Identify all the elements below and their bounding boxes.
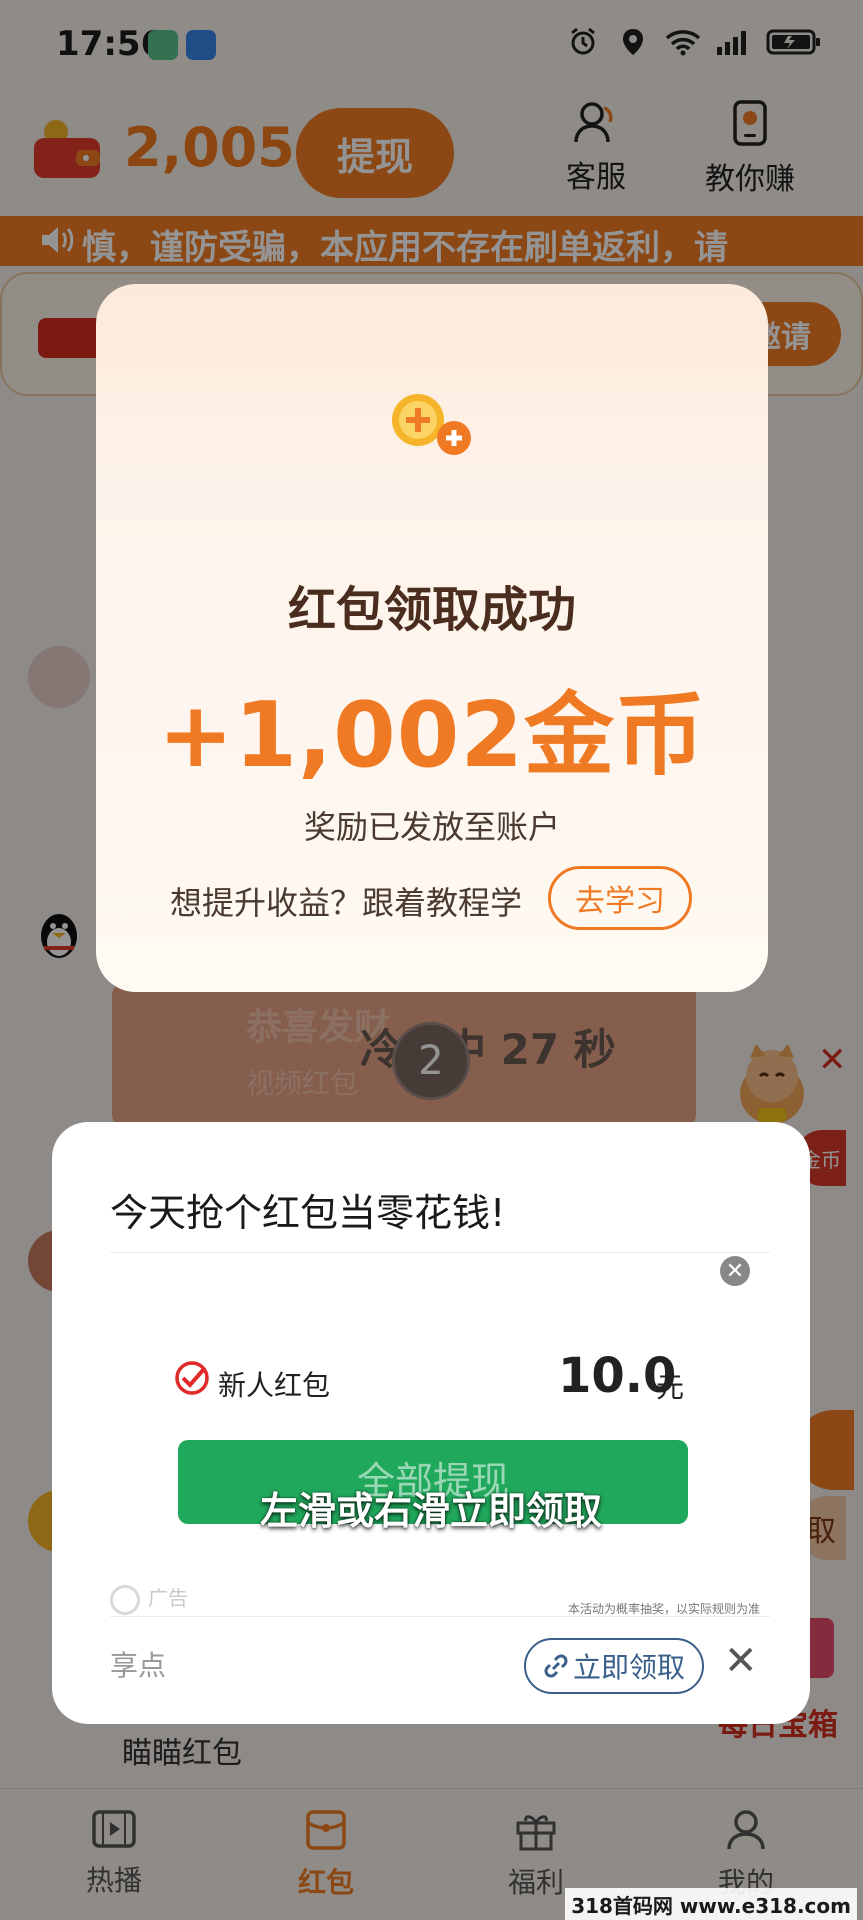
- success-title: 红包领取成功: [287, 582, 576, 638]
- reward-subtitle: 奖励已发放至账户: [303, 808, 560, 846]
- close-icon[interactable]: ✕: [724, 1638, 758, 1684]
- close-icon[interactable]: ✕: [720, 1256, 750, 1286]
- ad-logo-icon: [110, 1584, 140, 1615]
- claim-now-label: 立即领取: [572, 1651, 685, 1684]
- go-learn-button[interactable]: 去学习: [548, 866, 692, 930]
- ad-label: 广告: [148, 1586, 188, 1610]
- coins-icon: [392, 394, 471, 455]
- watermark: 318首码网 www.e318.com: [565, 1888, 857, 1920]
- ad-disclaimer: 本活动为概率抽奖，以实际规则为准: [568, 1602, 761, 1616]
- divider: [110, 1616, 770, 1617]
- ad-tag: 广告: [110, 1582, 188, 1615]
- swipe-hint: 左滑或右滑立即领取: [259, 1489, 602, 1533]
- claim-now-button[interactable]: 立即领取: [524, 1638, 704, 1694]
- checkmark-icon: [175, 1361, 209, 1395]
- reward-success-modal: 红包领取成功 +1,002金币 奖励已发放至账户 想提升收益？跟着教程学 去学习: [96, 284, 768, 992]
- ad-brand: 享点: [110, 1649, 167, 1682]
- divider: [110, 1252, 770, 1253]
- link-icon: [544, 1654, 568, 1678]
- learn-prompt: 想提升收益？跟着教程学: [170, 884, 523, 922]
- new-user-red-packet-label: 新人红包: [218, 1369, 331, 1402]
- ad-title: 今天抢个红包当零花钱!: [110, 1191, 506, 1235]
- ad-modal: 今天抢个红包当零花钱! ✕ 新人红包 10.0 元 全部提现 左滑或右滑立即领取…: [52, 1122, 810, 1724]
- amount-unit: 元: [656, 1371, 685, 1404]
- reward-amount: +1,002金币: [157, 683, 707, 788]
